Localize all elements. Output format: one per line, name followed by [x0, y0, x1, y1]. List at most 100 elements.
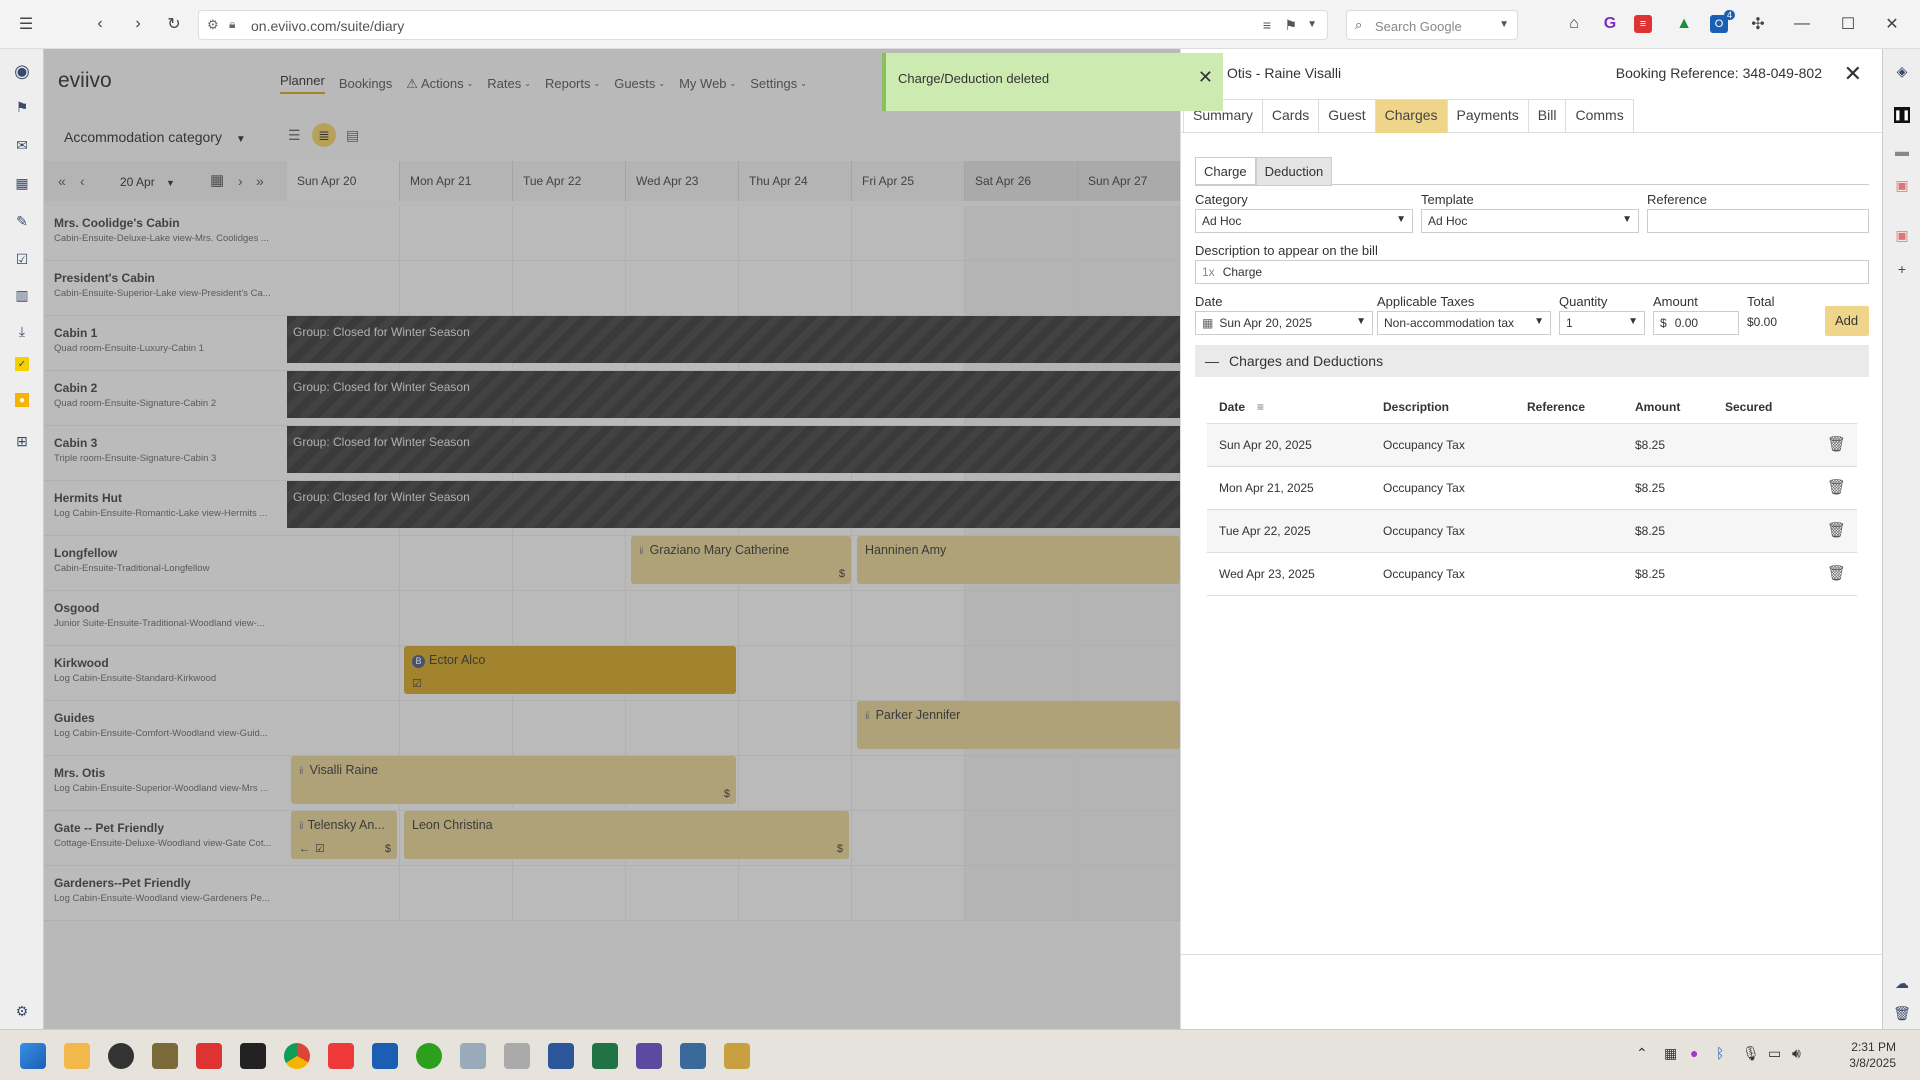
nav-settings[interactable]: Settings ⌄ — [750, 73, 807, 94]
calendar-cell[interactable] — [626, 591, 739, 646]
day-header[interactable]: Sun Apr 20 — [287, 161, 400, 201]
calendar-cell[interactable] — [287, 591, 400, 646]
menu-icon[interactable]: ☰ — [14, 12, 38, 36]
closed-block[interactable]: Group: Closed for Winter Season — [287, 426, 1180, 473]
calendar-cell[interactable] — [287, 646, 400, 701]
date-input[interactable]: ▦ Sun Apr 20, 2025 ▼ — [1195, 311, 1373, 335]
description-input[interactable]: 1x Charge — [1195, 260, 1869, 284]
web-panel-icon-2[interactable]: ● — [15, 393, 29, 407]
close-icon[interactable]: ✕ — [1844, 61, 1862, 87]
first-page-icon[interactable]: « — [58, 173, 66, 189]
tab-guest[interactable]: Guest — [1318, 99, 1375, 133]
chrome-icon[interactable] — [284, 1043, 310, 1069]
room-row-label[interactable]: Kirkwood Log Cabin-Ensuite-Standard-Kirkw… — [44, 646, 287, 701]
day-header[interactable]: Mon Apr 21 — [400, 161, 513, 201]
calendar-cell[interactable] — [965, 591, 1078, 646]
calendar-cell[interactable] — [287, 206, 400, 261]
calendar-cell[interactable] — [513, 591, 626, 646]
trash-icon[interactable]: 🗑︎ — [1892, 1003, 1912, 1023]
calendar-cell[interactable] — [965, 261, 1078, 316]
calendar-cell[interactable] — [852, 206, 965, 261]
reader-icon[interactable]: ≡ — [1263, 17, 1271, 33]
booking-graziano[interactable]: ⅱ Graziano Mary Catherine $ — [631, 536, 851, 584]
booking-parker[interactable]: ⅱ Parker Jennifer — [857, 701, 1180, 749]
room-row-label[interactable]: Osgood Junior Suite-Ensuite-Traditional-W… — [44, 591, 287, 646]
forward-icon[interactable]: › — [126, 12, 150, 36]
tab-comms[interactable]: Comms — [1565, 99, 1634, 133]
close-icon[interactable]: ✕ — [1198, 67, 1213, 88]
calendar-picker-icon[interactable]: ▦ — [210, 171, 224, 189]
maximize-icon[interactable]: ☐ — [1836, 12, 1860, 36]
calendar-cell[interactable] — [1078, 591, 1180, 646]
settings-gear-icon[interactable]: ⚙ — [12, 1001, 32, 1021]
app-icon[interactable] — [636, 1043, 662, 1069]
windows-start-icon[interactable] — [20, 1043, 46, 1069]
network-icon[interactable]: ▭ — [1768, 1045, 1781, 1062]
reload-icon[interactable]: ↻ — [162, 12, 186, 36]
calendar-cell[interactable] — [400, 536, 513, 591]
calendar-cell[interactable] — [739, 646, 852, 701]
calendar-cell[interactable] — [1078, 261, 1180, 316]
tray-app-icon[interactable]: ● — [1690, 1045, 1698, 1061]
calendar-cell[interactable] — [852, 756, 965, 811]
calendar-cell[interactable] — [1078, 866, 1180, 921]
tab-bill[interactable]: Bill — [1527, 99, 1566, 133]
calendar-cell[interactable] — [739, 261, 852, 316]
vivaldi-logo-icon[interactable]: ◉ — [12, 61, 32, 81]
system-clock[interactable]: 2:31 PM 3/8/2025 — [1849, 1039, 1896, 1071]
microphone-icon[interactable]: 🎙︎ — [1742, 1045, 1760, 1062]
bookmark-icon[interactable]: ⚑ — [1284, 17, 1297, 34]
next-icon[interactable]: › — [238, 173, 243, 189]
calendar-cell[interactable] — [626, 701, 739, 756]
excel-icon[interactable] — [592, 1043, 618, 1069]
subtab-deduction[interactable]: Deduction — [1255, 157, 1333, 186]
booking-ector[interactable]: B Ector Alco ☑ — [404, 646, 736, 694]
template-select[interactable]: Ad Hoc ▼ — [1421, 209, 1639, 233]
calendar-cell[interactable] — [965, 756, 1078, 811]
calendar-cell[interactable] — [513, 701, 626, 756]
day-header[interactable]: Wed Apr 23 — [626, 161, 739, 201]
room-row-label[interactable]: Gate -- Pet Friendly Cottage-Ensuite-Delu… — [44, 811, 287, 866]
calendar-cell[interactable] — [400, 261, 513, 316]
col-date[interactable]: Date ≡ — [1219, 400, 1264, 414]
calendar-cell[interactable] — [739, 701, 852, 756]
calendar-cell[interactable] — [287, 701, 400, 756]
calendar-cell[interactable] — [400, 591, 513, 646]
app-icon[interactable] — [460, 1043, 486, 1069]
nav-planner[interactable]: Planner — [280, 73, 325, 94]
calendar-cell[interactable] — [852, 646, 965, 701]
extension-red-icon[interactable]: ≡ — [1634, 15, 1652, 33]
nav-guests[interactable]: Guests ⌄ — [614, 73, 665, 94]
tab-payments[interactable]: Payments — [1446, 99, 1528, 133]
calendar-cell[interactable] — [739, 756, 852, 811]
day-header[interactable]: Sat Apr 26 — [965, 161, 1078, 201]
reference-input[interactable] — [1647, 209, 1869, 233]
quantity-select[interactable]: 1 ▼ — [1559, 311, 1645, 335]
nav-bookings[interactable]: Bookings — [339, 73, 392, 94]
panel-tab-icon[interactable]: ❚❚ — [1894, 107, 1910, 123]
calendar-cell[interactable] — [852, 811, 965, 866]
calendar-cell[interactable] — [965, 646, 1078, 701]
volume-icon[interactable]: 🔊︎ — [1792, 1045, 1801, 1062]
layers-icon[interactable]: ◈ — [1892, 61, 1912, 81]
calendar-cell[interactable] — [739, 206, 852, 261]
app-icon[interactable] — [504, 1043, 530, 1069]
panel-tab-icon-3[interactable]: ▣ — [1892, 175, 1912, 195]
view-compact-icon[interactable]: ≣ — [312, 123, 336, 147]
app-icon[interactable] — [152, 1043, 178, 1069]
app-icon[interactable] — [680, 1043, 706, 1069]
calendar-cell[interactable] — [400, 866, 513, 921]
delete-icon[interactable]: 🗑︎ — [1827, 521, 1846, 539]
chat-app-icon[interactable] — [108, 1043, 134, 1069]
day-header[interactable]: Fri Apr 25 — [852, 161, 965, 201]
notes-icon[interactable]: ✎ — [12, 211, 32, 231]
bookmarks-panel-icon[interactable]: ⚑ — [12, 97, 32, 117]
drive-icon[interactable]: ▲ — [1672, 12, 1696, 36]
day-header[interactable]: Sun Apr 27 — [1078, 161, 1180, 201]
calendar-cell[interactable] — [287, 261, 400, 316]
add-panel-icon[interactable]: + — [1892, 259, 1912, 279]
downloads-icon[interactable]: ⤓ — [12, 321, 32, 341]
calendar-cell[interactable] — [1078, 756, 1180, 811]
calendar-icon[interactable]: ▦ — [12, 173, 32, 193]
calendar-cell[interactable] — [1078, 646, 1180, 701]
